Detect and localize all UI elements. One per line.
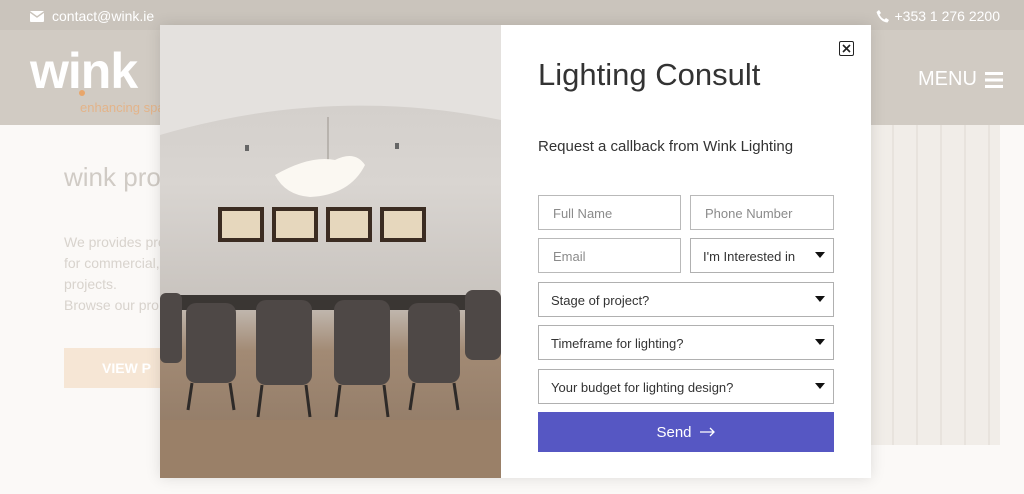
- timeframe-select[interactable]: Timeframe for lighting?: [538, 325, 834, 360]
- close-button[interactable]: [839, 41, 854, 56]
- hamburger-icon: [984, 71, 1003, 88]
- phone-number-field[interactable]: Phone Number: [690, 195, 834, 230]
- interest-select[interactable]: I'm Interested in: [690, 238, 834, 273]
- contact-phone[interactable]: +353 1 276 2200: [876, 8, 1001, 24]
- lighting-consult-modal: Lighting Consult Request a callback from…: [160, 25, 871, 478]
- caret-down-icon: [815, 296, 825, 302]
- menu-button[interactable]: MENU: [918, 68, 1003, 91]
- interest-select-value: I'm Interested in: [703, 249, 796, 264]
- phone-text: +353 1 276 2200: [894, 8, 1001, 24]
- caret-down-icon: [815, 252, 825, 258]
- modal-title: Lighting Consult: [538, 57, 761, 92]
- caret-down-icon: [815, 383, 825, 389]
- menu-label: MENU: [918, 68, 977, 90]
- phone-icon: [876, 9, 889, 22]
- budget-select[interactable]: Your budget for lighting design?: [538, 369, 834, 404]
- full-name-field[interactable]: Full Name: [538, 195, 681, 230]
- close-icon: [842, 44, 851, 53]
- email-field[interactable]: Email: [538, 238, 681, 273]
- logo-tagline: enhancing spa: [80, 100, 165, 115]
- stage-select-value: Stage of project?: [551, 293, 650, 308]
- section-title: wink pro: [64, 162, 161, 192]
- modal-subtitle: Request a callback from Wink Lighting: [538, 138, 794, 155]
- timeframe-select-value: Timeframe for lighting?: [551, 336, 684, 351]
- dining-room-photo: [160, 25, 501, 478]
- consult-form-panel: Lighting Consult Request a callback from…: [501, 25, 871, 478]
- send-button[interactable]: Send: [538, 412, 834, 452]
- contact-email[interactable]: contact@wink.ie: [30, 8, 154, 24]
- arrow-right-icon: [699, 427, 715, 437]
- send-label: Send: [656, 423, 692, 441]
- background-wall-image: [870, 125, 1000, 445]
- caret-down-icon: [815, 339, 825, 345]
- budget-select-value: Your budget for lighting design?: [551, 380, 734, 395]
- logo-dot: [79, 90, 85, 96]
- dining-room-illustration: [160, 25, 501, 478]
- stage-select[interactable]: Stage of project?: [538, 282, 834, 317]
- mail-icon: [30, 10, 44, 22]
- email-text: contact@wink.ie: [52, 8, 155, 24]
